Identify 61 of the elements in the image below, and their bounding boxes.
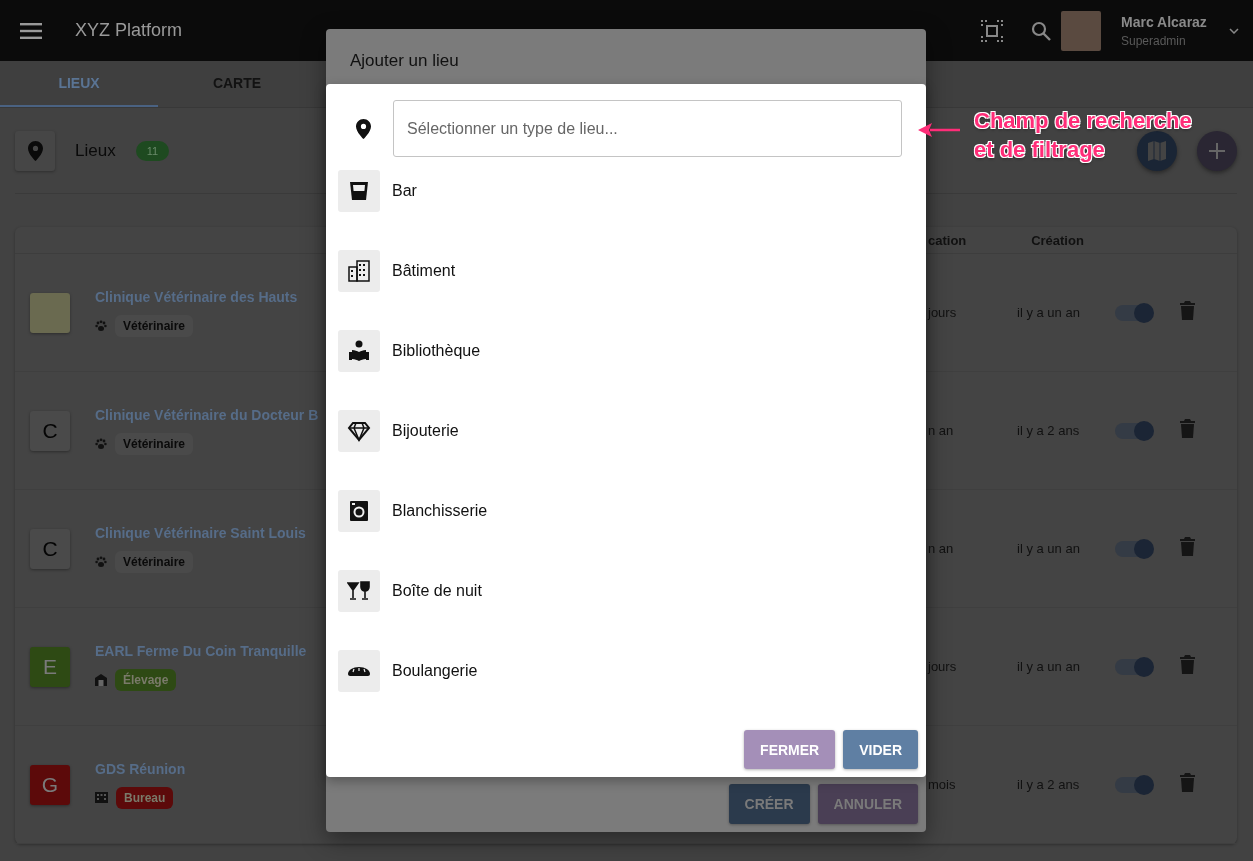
active-toggle[interactable] [1115, 304, 1152, 321]
trash-icon[interactable] [1180, 419, 1195, 438]
option-label[interactable]: Bibliothèque [392, 342, 481, 360]
paw-icon [95, 437, 107, 450]
active-toggle[interactable] [1115, 776, 1152, 793]
building-icon [95, 792, 108, 803]
washing-machine-icon [347, 499, 371, 523]
app-title: XYZ Platform [75, 20, 183, 41]
bread-icon [347, 665, 371, 677]
category-tag: Vétérinaire [115, 314, 194, 337]
trash-icon[interactable] [1180, 301, 1195, 320]
plus-icon [1209, 142, 1225, 159]
clear-button[interactable]: VIDER [843, 730, 918, 769]
trash-icon[interactable] [1180, 655, 1195, 674]
trash-icon[interactable] [1180, 773, 1195, 792]
location-pin-icon [355, 118, 371, 139]
dialog-title: Ajouter un lieu [349, 50, 460, 72]
active-toggle[interactable] [1115, 658, 1152, 675]
user-name: Marc Alcaraz [1121, 13, 1208, 30]
map-button[interactable] [1137, 130, 1177, 171]
option-label[interactable]: Bar [392, 182, 417, 200]
paw-icon [95, 555, 107, 568]
letter-avatar: E [30, 646, 70, 687]
reader-icon [347, 339, 371, 363]
letter-avatar: G [30, 764, 70, 805]
barn-icon [95, 673, 107, 686]
count-badge: 11 [135, 140, 170, 161]
location-pin-icon [27, 140, 43, 161]
category-tag: Élevage [115, 668, 177, 691]
option-label[interactable]: Blanchisserie [392, 502, 488, 520]
page-title: Lieux [75, 140, 116, 161]
chevron-down-icon[interactable] [1229, 27, 1239, 34]
option-label[interactable]: Boîte de nuit [392, 582, 482, 600]
photo-placeholder [30, 292, 70, 333]
category-tag: Vétérinaire [115, 550, 194, 573]
add-button[interactable] [1197, 130, 1237, 171]
cocktail-icon [347, 579, 371, 603]
search-icon[interactable] [1031, 20, 1051, 41]
trash-icon[interactable] [1180, 537, 1195, 556]
active-toggle[interactable] [1115, 540, 1152, 557]
letter-avatar: C [30, 528, 70, 569]
letter-avatar: C [30, 410, 70, 451]
map-icon [1148, 140, 1166, 161]
option-label[interactable]: Bâtiment [392, 262, 456, 280]
menu-icon[interactable] [20, 22, 42, 39]
building-icon [347, 259, 371, 283]
search-field[interactable]: Sélectionner un type de lieu... [393, 100, 902, 157]
option-label[interactable]: Boulangerie [392, 662, 478, 680]
category-tag: Bureau [116, 786, 174, 809]
glass-icon [347, 179, 371, 203]
photo-placeholder [1061, 10, 1101, 51]
category-tag: Vétérinaire [115, 432, 194, 455]
annotation-text: et de filtrage [974, 136, 1105, 164]
diamond-icon [347, 419, 371, 443]
arrow-icon [918, 123, 960, 137]
paw-icon [95, 319, 107, 332]
option-label[interactable]: Bijouterie [392, 422, 459, 440]
focus-frame-icon[interactable] [981, 19, 1003, 42]
active-toggle[interactable] [1115, 422, 1152, 439]
user-role: Superadmin [1121, 33, 1187, 48]
annotation-text: Champ de recherche [974, 107, 1192, 135]
